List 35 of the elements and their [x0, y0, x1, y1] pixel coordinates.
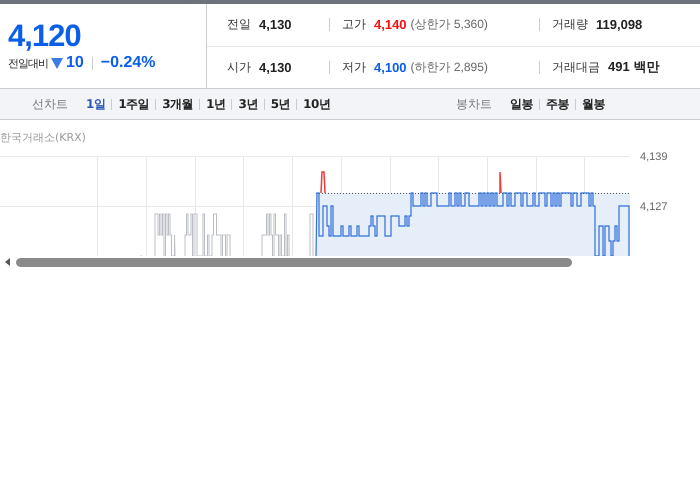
- period-tab[interactable]: 일봉: [504, 96, 539, 112]
- stat-label: 고가: [342, 16, 366, 34]
- scrollbar-thumb[interactable]: [16, 258, 572, 266]
- stat-label: 거래대금: [552, 58, 600, 76]
- period-tab[interactable]: 월봉: [576, 96, 611, 112]
- stat-value: 4,100: [374, 60, 407, 75]
- stat-value: 4,130: [259, 17, 292, 32]
- period-tab[interactable]: 5년: [264, 96, 296, 112]
- price-change: 10: [66, 54, 84, 72]
- stat-value: 491 백만: [608, 58, 660, 76]
- stat-value: 119,098: [596, 17, 642, 32]
- stat-value: 4,140: [374, 17, 407, 32]
- period-tab[interactable]: 10년: [297, 96, 336, 112]
- chart-type-label: 봉차트: [456, 96, 492, 112]
- limit-price-note: (하한가 2,895): [410, 58, 488, 76]
- period-tab[interactable]: 1일: [80, 96, 112, 112]
- current-price: 4,120: [8, 18, 82, 54]
- stat-value: 4,130: [259, 60, 292, 75]
- stat-label: 저가: [342, 58, 366, 76]
- stat-label: 거래량: [552, 16, 588, 34]
- stat-label: 시가: [227, 58, 251, 76]
- limit-price-note: (상한가 5,360): [410, 16, 488, 34]
- chart-type-label: 선차트: [32, 96, 68, 112]
- period-tab[interactable]: 3년: [232, 96, 264, 112]
- y-axis-tick: 4,139: [640, 151, 668, 163]
- period-tab[interactable]: 주봉: [540, 96, 575, 112]
- data-source-label: 한국거래소(KRX): [0, 130, 87, 146]
- change-rate: −0.24%: [100, 54, 156, 72]
- y-axis-tick: 4,127: [640, 201, 668, 213]
- period-tab[interactable]: 3개월: [156, 96, 200, 112]
- period-tab[interactable]: 1년: [200, 96, 232, 112]
- scroll-left-arrow-icon[interactable]: [5, 258, 10, 266]
- period-tab[interactable]: 1주일: [112, 96, 156, 112]
- change-label: 전일대비: [8, 56, 48, 70]
- stat-label: 전일: [227, 16, 251, 34]
